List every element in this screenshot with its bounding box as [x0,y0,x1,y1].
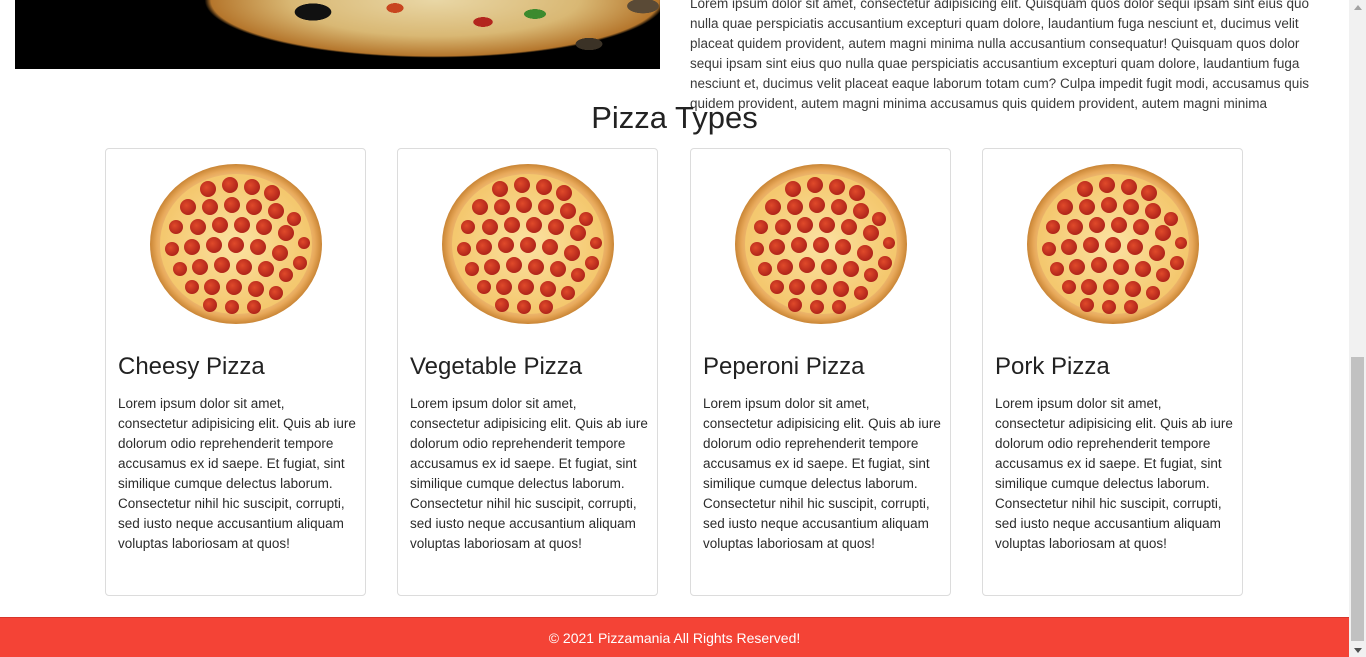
card-title: Pork Pizza [995,353,1110,380]
card-title: Peperoni Pizza [703,353,865,380]
footer-copyright: © 2021 Pizzamania All Rights Reserved! [548,629,801,646]
card-text: Lorem ipsum dolor sit amet, consectetur … [703,396,941,551]
scroll-up-icon[interactable] [1349,0,1366,14]
pizza-image [1025,163,1201,325]
pizza-card-vegetable: Vegetable Pizza Lorem ipsum dolor sit am… [397,148,658,596]
card-text: Lorem ipsum dolor sit amet, consectetur … [118,396,356,551]
hero-pizza-image [15,0,660,69]
hero-description: Lorem ipsum dolor sit amet, consectetur … [690,0,1310,111]
scrollbar-thumb[interactable] [1351,357,1364,641]
pizza-card-cheesy: Cheesy Pizza Lorem ipsum dolor sit amet,… [105,148,366,596]
scroll-down-icon[interactable] [1349,643,1366,657]
pizza-image [733,163,909,325]
card-text: Lorem ipsum dolor sit amet, consectetur … [410,396,648,551]
page: Lorem ipsum dolor sit amet, consectetur … [0,0,1349,657]
card-title: Vegetable Pizza [410,353,583,380]
vertical-scrollbar[interactable] [1349,0,1366,657]
pizza-card-peperoni: Peperoni Pizza Lorem ipsum dolor sit ame… [690,148,951,596]
card-title: Cheesy Pizza [118,353,265,380]
pizza-image [148,163,324,325]
pizza-card-pork: Pork Pizza Lorem ipsum dolor sit amet, c… [982,148,1243,596]
pizza-image [440,163,616,325]
card-text: Lorem ipsum dolor sit amet, consectetur … [995,396,1233,551]
footer: © 2021 Pizzamania All Rights Reserved! [0,617,1349,657]
section-title: Pizza Types [591,100,758,135]
